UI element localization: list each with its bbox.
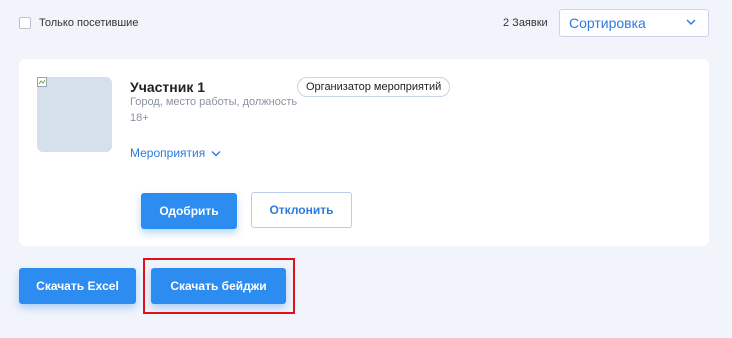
chevron-down-icon <box>686 19 696 25</box>
events-toggle[interactable]: Мероприятия <box>130 145 221 161</box>
participant-name: Участник 1 <box>130 79 206 95</box>
download-excel-button[interactable]: Скачать Excel <box>19 268 136 304</box>
applications-count: 2 Заявки <box>503 17 548 29</box>
only-visited-checkbox[interactable] <box>19 17 31 29</box>
only-visited-label[interactable]: Только посетившие <box>39 15 138 31</box>
sort-dropdown[interactable]: Сортировка <box>559 9 709 37</box>
broken-image-icon <box>37 77 47 87</box>
reject-button[interactable]: Отклонить <box>251 192 352 228</box>
highlight-box <box>143 258 295 314</box>
participant-meta: Город, место работы, должность <box>130 96 298 108</box>
chevron-down-icon <box>211 150 221 156</box>
applications-page: Только посетившие 2 Заявки Сортировка Уч… <box>0 0 732 338</box>
sort-dropdown-label: Сортировка <box>569 15 646 31</box>
participant-card: Участник 1 Организатор мероприятий Город… <box>19 59 709 246</box>
role-badge: Организатор мероприятий <box>297 77 451 97</box>
events-label: Мероприятия <box>130 146 206 160</box>
participant-photo <box>37 77 112 152</box>
approve-button[interactable]: Одобрить <box>141 193 237 229</box>
participant-age: 18+ <box>130 112 149 124</box>
